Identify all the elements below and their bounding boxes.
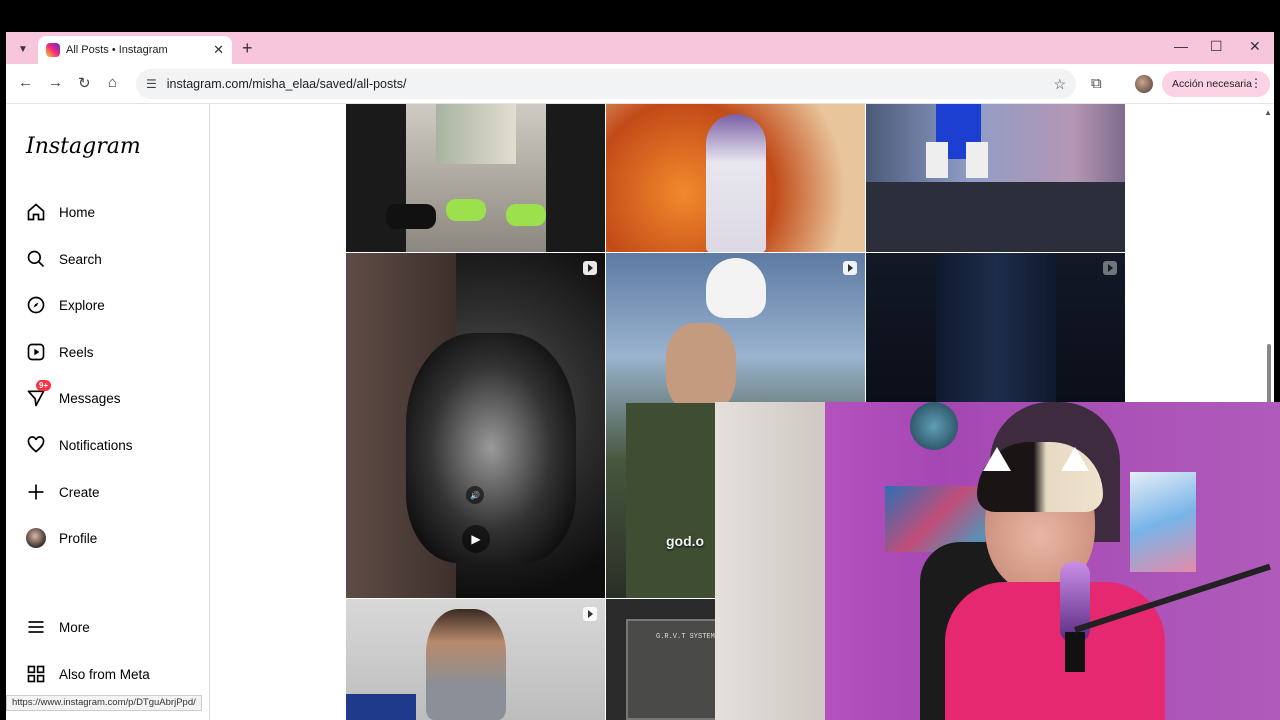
nav-profile-label: Profile [59,530,98,546]
minimize-button[interactable]: — [1174,38,1188,54]
reload-icon[interactable]: ↻ [78,74,91,92]
nav-search[interactable]: Search [26,245,102,273]
nav-home-label: Home [59,204,96,220]
nav-profile[interactable]: Profile [26,524,97,552]
overlay-caption: god.o [666,533,705,549]
tab-search-button[interactable]: ▼ [12,39,34,59]
menu-icon [26,617,46,637]
nav-notifications[interactable]: Notifications [26,431,133,459]
nav-reels-label: Reels [59,344,94,360]
reel-icon [583,607,597,621]
tab-close-icon[interactable]: ✕ [213,42,224,58]
post-tile[interactable] [346,599,605,720]
back-icon[interactable]: ← [18,74,33,91]
home-browser-icon[interactable]: ⌂ [108,74,117,91]
play-icon[interactable]: ▶ [462,525,490,553]
nav-notifications-label: Notifications [59,437,133,453]
reel-icon [583,261,597,275]
nav-also-from-meta-label: Also from Meta [59,666,150,682]
nav-more[interactable]: More [26,613,90,641]
webcam-overlay [715,402,1280,720]
maximize-button[interactable]: ☐ [1210,38,1223,55]
meta-grid-icon [26,664,46,684]
browser-profile-avatar[interactable] [1135,75,1153,93]
messenger-icon: 9+ [26,380,52,408]
instagram-sidebar: Instagram Home Search Explore Reels 9+ M… [6,104,210,720]
scroll-thumb[interactable] [1267,344,1271,404]
scroll-up-arrow-icon[interactable]: ▲ [1264,108,1272,117]
screen-top-bar [0,0,1280,32]
compass-icon [26,295,46,315]
nav-messages[interactable]: 9+ Messages [26,380,121,412]
nav-create-label: Create [59,484,100,500]
post-tile[interactable] [866,253,1125,403]
reel-icon [843,261,857,275]
nav-messages-label: Messages [59,390,121,406]
tab-title: All Posts • Instagram [66,44,168,56]
close-window-button[interactable]: ✕ [1249,38,1261,55]
nav-explore[interactable]: Explore [26,291,105,319]
nav-explore-label: Explore [59,297,105,313]
nav-home[interactable]: Home [26,198,95,226]
address-bar[interactable]: ☰ instagram.com/misha_elaa/saved/all-pos… [136,69,1076,99]
profile-avatar [26,528,46,548]
post-tile[interactable] [606,104,865,252]
nav-search-label: Search [59,251,102,267]
instagram-logo[interactable]: Instagram [26,134,141,159]
post-tile[interactable] [866,104,1125,252]
status-bar-url: https://www.instagram.com/p/DTguAbrjPpd/ [6,695,202,711]
new-tab-button[interactable]: + [242,38,253,59]
kebab-menu-icon[interactable]: ⋮ [1250,76,1262,90]
nav-more-label: More [59,619,90,635]
bookmark-star-icon[interactable]: ☆ [1053,76,1066,93]
browser-toolbar: ← → ↻ ⌂ ☰ instagram.com/misha_elaa/saved… [6,64,1274,104]
instagram-favicon-icon [46,43,60,57]
forward-icon[interactable]: → [48,74,63,91]
sign-text: G.R.V.T SYSTEM [656,633,715,641]
nav-also-from-meta[interactable]: Also from Meta [26,660,150,688]
reel-icon [1103,261,1117,275]
mute-icon[interactable]: 🔊 [466,486,484,504]
site-info-icon[interactable]: ☰ [146,77,157,91]
nav-reels[interactable]: Reels [26,338,94,366]
action-needed-button[interactable]: Acción necesaria ⋮ [1162,71,1270,97]
post-tile[interactable] [346,104,605,252]
nav-create[interactable]: Create [26,478,100,506]
heart-icon [26,435,46,455]
tab-instagram[interactable]: All Posts • Instagram ✕ [38,36,232,64]
reels-icon [26,342,46,362]
plus-icon [26,482,46,502]
tab-strip: ▼ All Posts • Instagram ✕ + — ☐ ✕ [6,32,1274,64]
url-text: instagram.com/misha_elaa/saved/all-posts… [166,77,407,91]
post-tile[interactable]: 🔊 ▶ [346,253,605,598]
messages-badge: 9+ [36,380,52,391]
search-icon [26,249,46,269]
action-needed-label: Acción necesaria [1172,78,1252,90]
home-icon [26,202,46,222]
extensions-icon[interactable]: ⧉ [1091,75,1102,92]
